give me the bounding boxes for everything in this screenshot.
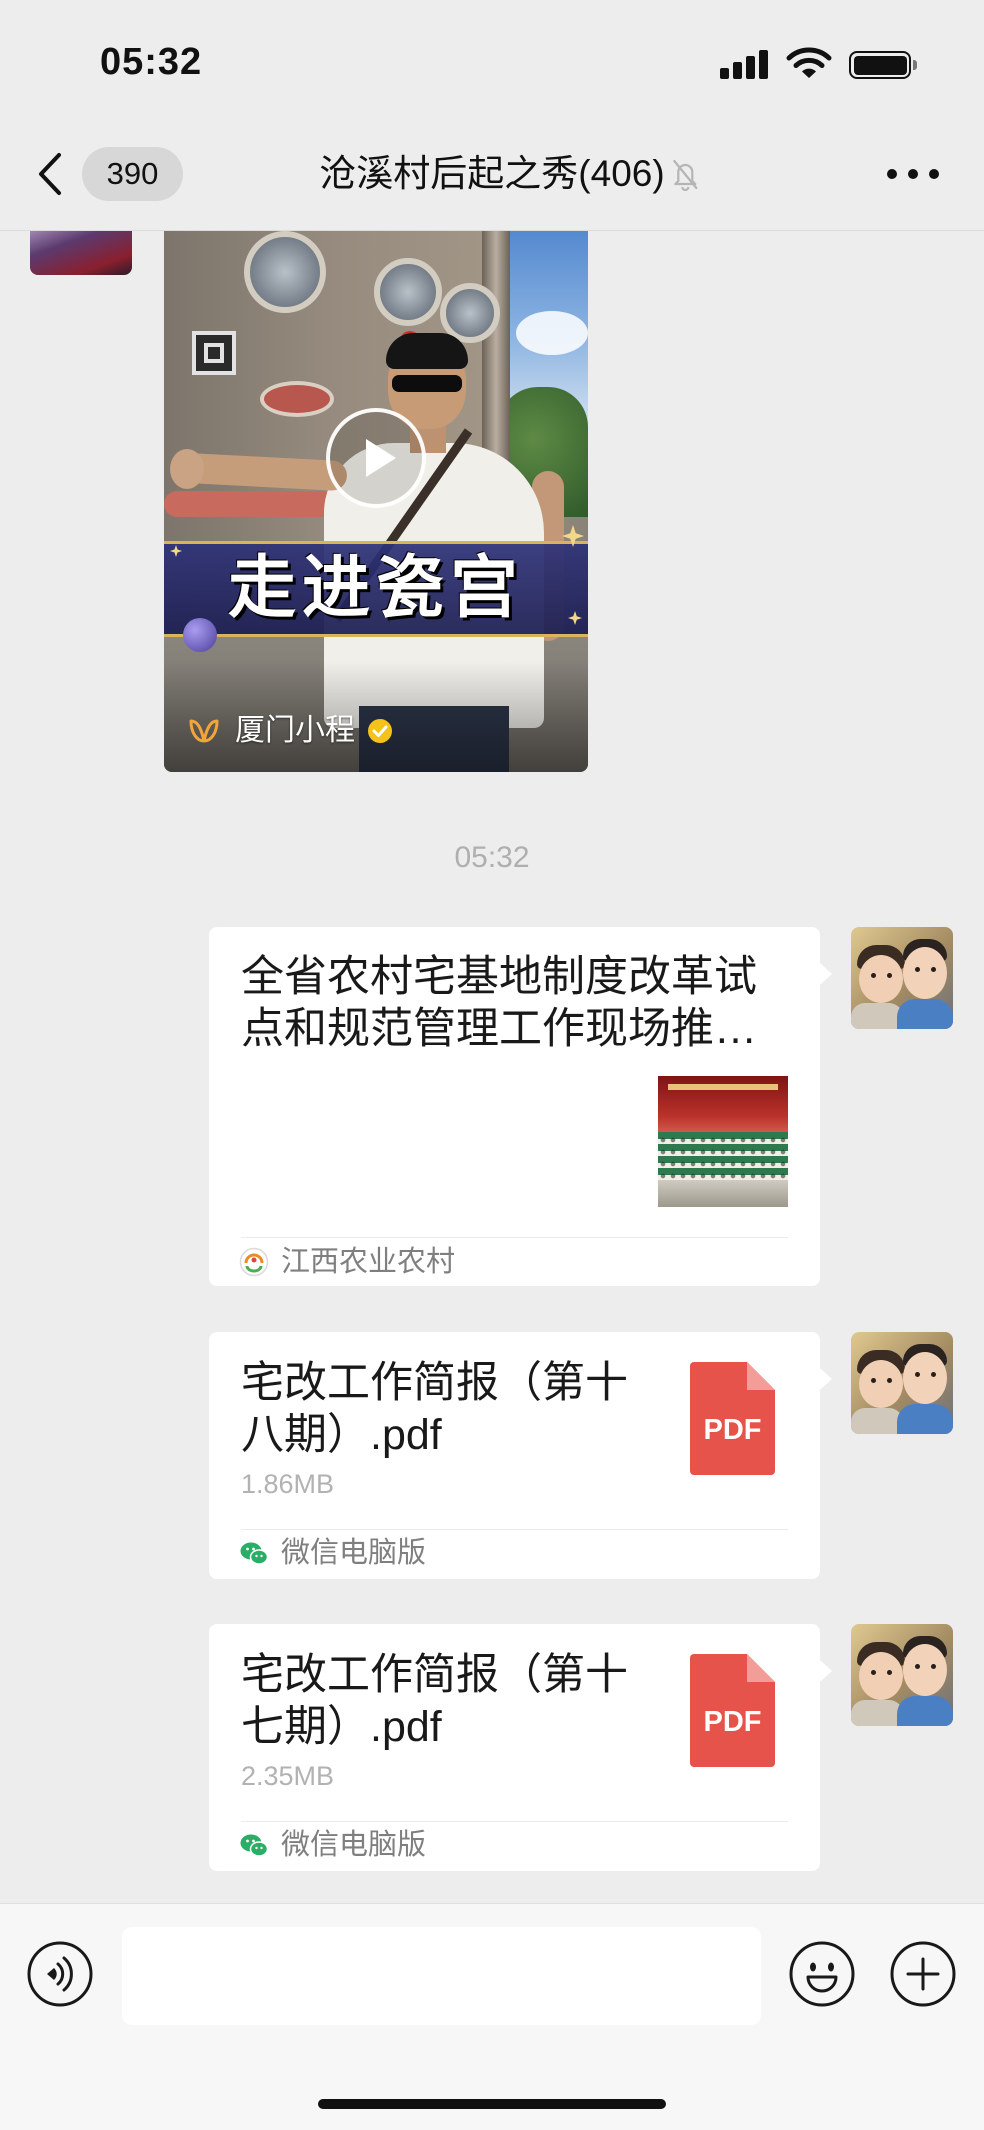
article-title: 全省农村宅基地制度改革试点和规范管理工作现场推… bbox=[241, 953, 757, 1053]
file-source: 微信电脑版 bbox=[281, 1829, 427, 1861]
chat-title-group[interactable]: 沧溪村后起之秀(406) bbox=[319, 150, 698, 198]
sparkle-icon bbox=[562, 525, 584, 547]
mosaic-sign bbox=[192, 331, 236, 375]
battery-icon bbox=[849, 51, 911, 79]
video-banner-text: 走进瓷宫 bbox=[227, 550, 524, 626]
back-button[interactable]: 390 bbox=[30, 140, 190, 208]
verified-badge-icon bbox=[368, 719, 392, 743]
input-bar bbox=[0, 1903, 984, 2130]
home-indicator bbox=[318, 2099, 666, 2109]
card-divider bbox=[241, 1529, 788, 1530]
message-input[interactable] bbox=[122, 1927, 761, 2025]
file-size: 2.35MB bbox=[241, 1761, 335, 1791]
emoji-icon[interactable] bbox=[789, 1941, 855, 2007]
plus-icon[interactable] bbox=[890, 1941, 956, 2007]
person-sunglasses bbox=[392, 375, 462, 392]
file-name: 宅改工作简报（第十八期）.pdf bbox=[241, 1359, 628, 1459]
person-hair bbox=[386, 333, 468, 369]
article-link-card[interactable]: 全省农村宅基地制度改革试点和规范管理工作现场推… 江西农业农村 bbox=[209, 927, 832, 1286]
pdf-file-icon: PDF bbox=[690, 1362, 775, 1475]
play-icon bbox=[366, 439, 396, 477]
battery-cap bbox=[913, 60, 917, 70]
mute-bell-icon bbox=[673, 159, 698, 191]
video-channel-card[interactable]: 走进瓷宫 厦门小程 bbox=[164, 231, 588, 772]
sender-avatar[interactable] bbox=[30, 231, 132, 275]
sender-avatar[interactable] bbox=[851, 1624, 953, 1726]
status-time: 05:32 bbox=[100, 41, 203, 83]
wechat-logo-icon bbox=[240, 1542, 269, 1565]
mosaic-oval bbox=[260, 381, 334, 417]
file-name: 宅改工作简报（第十七期）.pdf bbox=[241, 1651, 628, 1751]
person-arm bbox=[181, 452, 348, 492]
sender-avatar[interactable] bbox=[851, 1332, 953, 1434]
file-card[interactable]: 宅改工作简报（第十八期）.pdf 1.86MB PDF 微信电脑版 bbox=[209, 1332, 832, 1579]
sparkle-icon bbox=[568, 611, 582, 625]
voice-icon[interactable] bbox=[27, 1941, 93, 2007]
wechat-logo-icon bbox=[240, 1834, 269, 1857]
sender-avatar[interactable] bbox=[851, 927, 953, 1029]
channel-name: 厦门小程 bbox=[235, 714, 355, 747]
mosaic-medallion bbox=[244, 231, 326, 313]
source-logo-icon bbox=[239, 1247, 269, 1277]
person-hand bbox=[170, 449, 204, 489]
card-divider bbox=[241, 1237, 788, 1238]
mosaic-wave bbox=[164, 491, 334, 517]
group-chat-screen: 05:32 390 沧溪村后起之秀(406) 走进瓷宫 厦门小程 05:32 全… bbox=[0, 0, 984, 2130]
message-timestamp: 05:32 bbox=[454, 841, 530, 874]
message-list[interactable]: 走进瓷宫 厦门小程 05:32 全省农村宅基地制度改革试点和规范管理工作现场推…… bbox=[0, 231, 984, 1903]
mosaic-medallion bbox=[374, 258, 442, 326]
file-card[interactable]: 宅改工作简报（第十七期）.pdf 2.35MB PDF 微信电脑版 bbox=[209, 1624, 832, 1871]
file-size: 1.86MB bbox=[241, 1469, 335, 1499]
video-scene-cloud bbox=[516, 311, 588, 355]
file-type-label: PDF bbox=[703, 1414, 762, 1446]
wifi-icon bbox=[786, 47, 832, 78]
play-button[interactable] bbox=[326, 408, 426, 508]
article-thumbnail bbox=[658, 1076, 788, 1207]
channels-logo-icon bbox=[189, 719, 219, 743]
card-divider bbox=[241, 1821, 788, 1822]
sparkle-icon bbox=[170, 545, 182, 557]
unread-count-badge: 390 bbox=[82, 147, 183, 201]
back-chevron-icon bbox=[39, 153, 61, 195]
file-source: 微信电脑版 bbox=[281, 1537, 427, 1569]
video-title-banner: 走进瓷宫 bbox=[164, 541, 588, 637]
channel-info[interactable]: 厦门小程 bbox=[235, 713, 393, 749]
file-type-label: PDF bbox=[703, 1706, 762, 1738]
top-bar: 05:32 390 沧溪村后起之秀(406) bbox=[0, 0, 984, 231]
article-source: 江西农业农村 bbox=[281, 1246, 456, 1278]
planet-icon bbox=[183, 618, 217, 652]
more-dots-icon[interactable] bbox=[886, 168, 940, 180]
pdf-file-icon: PDF bbox=[690, 1654, 775, 1767]
chat-title: 沧溪村后起之秀(406) bbox=[319, 153, 665, 194]
